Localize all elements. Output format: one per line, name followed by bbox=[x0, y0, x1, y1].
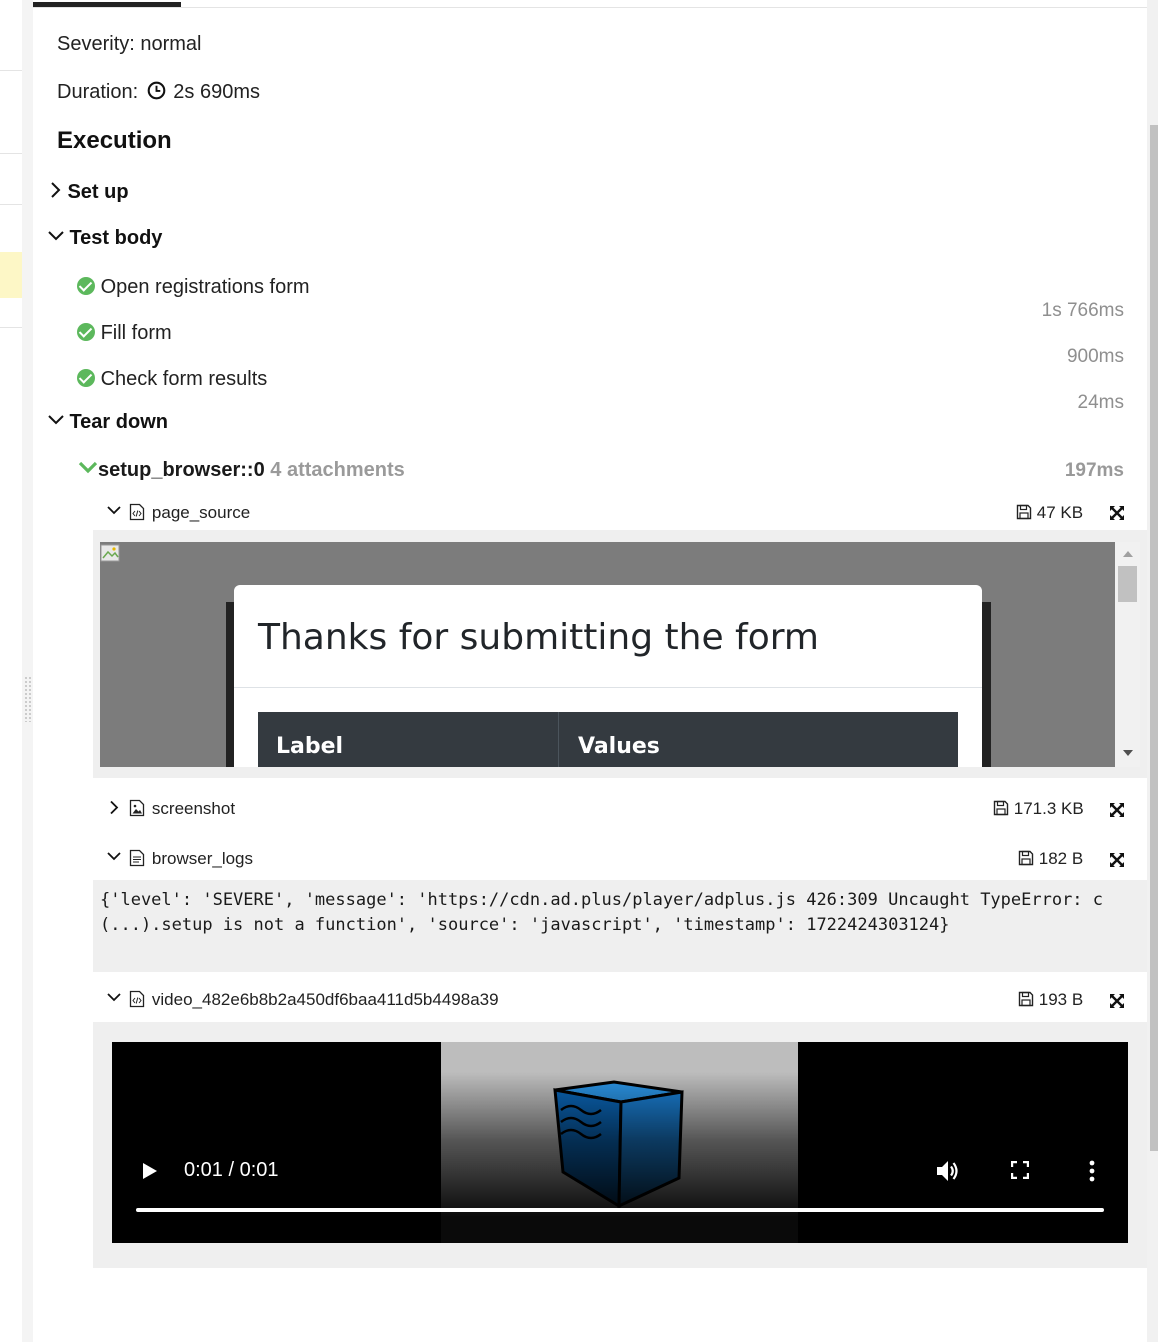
save-icon bbox=[1018, 991, 1034, 1007]
modal-title: Thanks for submitting the form bbox=[258, 617, 819, 658]
fullscreen-icon[interactable] bbox=[1011, 1161, 1029, 1179]
passed-check-icon bbox=[77, 369, 95, 387]
fixture-duration: 197ms bbox=[1064, 460, 1124, 481]
attachment-name: page_source bbox=[151, 503, 251, 522]
expand-fullscreen-icon[interactable] bbox=[1109, 993, 1125, 1009]
selected-test-highlight bbox=[0, 252, 22, 298]
video-player[interactable]: 0:01 / 0:01 bbox=[112, 1042, 1128, 1243]
column-divider bbox=[558, 712, 559, 767]
step-duration: 24ms bbox=[1077, 392, 1124, 413]
attachment-name: browser_logs bbox=[151, 849, 254, 868]
passed-check-icon bbox=[77, 277, 95, 295]
group-test-body[interactable]: Test body bbox=[47, 227, 162, 250]
iframe-scroll-thumb[interactable] bbox=[1118, 566, 1137, 602]
video-progress-bar[interactable] bbox=[136, 1208, 1104, 1212]
column-label: Label bbox=[276, 734, 344, 759]
fixture-row[interactable]: setup_browser::0 4 attachments bbox=[78, 459, 405, 482]
chevron-down-icon bbox=[107, 852, 121, 861]
tab-active-indicator bbox=[33, 2, 181, 7]
left-rail bbox=[0, 0, 22, 1342]
attachment-size-value: 193 B bbox=[1038, 990, 1084, 1009]
text-file-icon bbox=[130, 849, 145, 867]
expand-fullscreen-icon[interactable] bbox=[1109, 802, 1125, 818]
image-file-icon bbox=[130, 799, 145, 817]
scroll-up-arrow-icon[interactable] bbox=[1123, 551, 1133, 557]
page-scroll-thumb[interactable] bbox=[1150, 125, 1158, 1151]
duration-label: Duration: bbox=[57, 81, 139, 103]
duration-value: 2s 690ms bbox=[173, 81, 260, 103]
fixture-name: setup_browser::0 bbox=[98, 459, 265, 481]
save-icon bbox=[1016, 504, 1032, 520]
browser-logs-content: {'level': 'SEVERE', 'message': 'https://… bbox=[93, 880, 1147, 972]
attachment-video[interactable]: video_482e6b8b2a450df6baa411d5b4498a39 bbox=[107, 990, 499, 1010]
group-tear-down-label: Tear down bbox=[69, 411, 168, 433]
iframe-viewport: Thanks for submitting the form Label Val… bbox=[100, 542, 1115, 767]
iframe-scrollbar[interactable] bbox=[1115, 542, 1140, 767]
group-tear-down[interactable]: Tear down bbox=[47, 411, 168, 434]
attachment-size-value: 47 KB bbox=[1036, 503, 1084, 522]
chevron-right-icon bbox=[51, 182, 61, 198]
attachment-screenshot[interactable]: screenshot bbox=[107, 799, 235, 819]
group-setup-label: Set up bbox=[67, 181, 129, 203]
page-source-preview: Thanks for submitting the form Label Val… bbox=[93, 530, 1147, 778]
chevron-down-icon bbox=[78, 461, 98, 474]
attachment-size-value: 171.3 KB bbox=[1013, 799, 1084, 818]
attachment-browser-logs[interactable]: browser_logs bbox=[107, 849, 253, 869]
tab-bar bbox=[33, 0, 1147, 8]
save-icon bbox=[1018, 850, 1034, 866]
video-controls-gradient bbox=[112, 1072, 1128, 1243]
attachment-page-source[interactable]: page_source bbox=[107, 503, 250, 523]
video-time: 0:01 / 0:01 bbox=[184, 1159, 279, 1181]
code-file-icon bbox=[130, 503, 145, 521]
step-row[interactable]: Fill form bbox=[77, 322, 172, 345]
chevron-right-icon bbox=[110, 800, 119, 815]
volume-icon[interactable] bbox=[934, 1158, 960, 1184]
group-setup[interactable]: Set up bbox=[49, 181, 129, 204]
more-options-icon[interactable] bbox=[1088, 1160, 1096, 1182]
step-duration: 900ms bbox=[1066, 346, 1124, 367]
severity: Severity: normal bbox=[57, 33, 202, 55]
code-file-icon bbox=[130, 990, 145, 1008]
attachment-size: 171.3 KB bbox=[993, 799, 1084, 819]
save-icon bbox=[993, 800, 1009, 816]
step-duration: 1s 766ms bbox=[1041, 300, 1124, 321]
results-table-header: Label Values bbox=[258, 712, 958, 767]
duration: Duration: 2s 690ms bbox=[57, 81, 260, 104]
log-text: {'level': 'SEVERE', 'message': 'https://… bbox=[100, 890, 1104, 935]
step-row[interactable]: Check form results bbox=[77, 368, 267, 391]
chevron-down-icon bbox=[48, 415, 64, 425]
step-row[interactable]: Open registrations form bbox=[77, 276, 310, 299]
expand-fullscreen-icon[interactable] bbox=[1109, 852, 1125, 868]
test-detail-panel: Severity: normal Duration: 2s 690ms Exec… bbox=[33, 0, 1147, 1342]
attachments-count: 4 attachments bbox=[270, 459, 405, 481]
chevron-down-icon bbox=[107, 506, 121, 515]
execution-title: Execution bbox=[57, 127, 172, 154]
attachment-size: 193 B bbox=[1018, 990, 1083, 1010]
attachment-size: 182 B bbox=[1018, 849, 1083, 869]
chevron-down-icon bbox=[48, 231, 64, 241]
step-name: Fill form bbox=[100, 322, 172, 344]
attachment-name: screenshot bbox=[151, 799, 236, 818]
result-modal: Thanks for submitting the form Label Val… bbox=[234, 585, 982, 767]
attachment-name: video_482e6b8b2a450df6baa411d5b4498a39 bbox=[151, 990, 499, 1009]
modal-divider bbox=[234, 687, 982, 688]
expand-fullscreen-icon[interactable] bbox=[1109, 505, 1125, 521]
play-icon[interactable] bbox=[142, 1162, 158, 1180]
clock-icon bbox=[147, 81, 166, 100]
step-name: Open registrations form bbox=[100, 276, 310, 298]
video-attachment-content: 0:01 / 0:01 bbox=[93, 1022, 1147, 1268]
chevron-down-icon bbox=[107, 993, 121, 1002]
attachment-size-value: 182 B bbox=[1038, 849, 1084, 868]
page-source-iframe[interactable]: Thanks for submitting the form Label Val… bbox=[100, 542, 1140, 767]
scroll-down-arrow-icon[interactable] bbox=[1123, 750, 1133, 756]
attachment-size: 47 KB bbox=[1016, 503, 1083, 523]
pane-resize-handle[interactable] bbox=[24, 676, 32, 722]
column-values: Values bbox=[578, 734, 660, 759]
step-name: Check form results bbox=[100, 368, 268, 390]
broken-image-icon bbox=[100, 544, 120, 562]
group-test-body-label: Test body bbox=[69, 227, 163, 249]
passed-check-icon bbox=[77, 323, 95, 341]
